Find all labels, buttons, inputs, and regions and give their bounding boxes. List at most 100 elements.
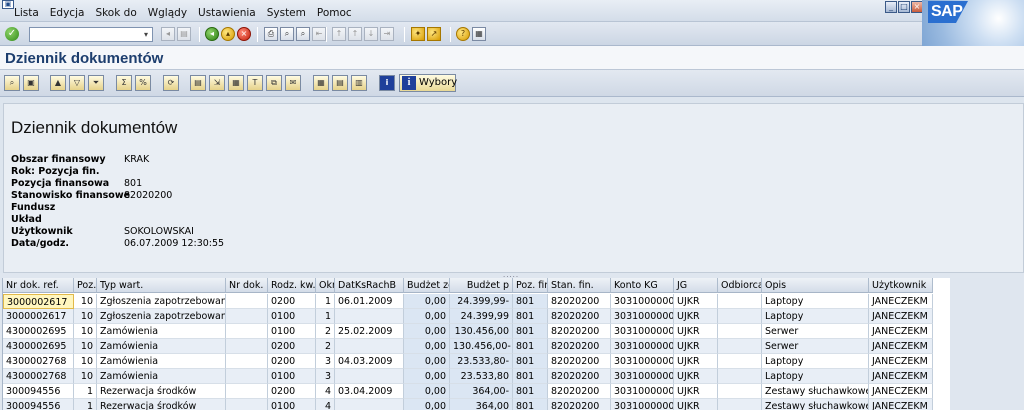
last-page-icon[interactable]: ⇥ <box>380 27 394 41</box>
table-cell[interactable]: JANECZEKM <box>869 384 933 399</box>
table-cell[interactable]: 801 <box>513 309 548 324</box>
table-cell[interactable]: 82020200 <box>548 324 611 339</box>
refresh-icon[interactable]: ⟳ <box>163 75 179 91</box>
table-cell[interactable]: JANECZEKM <box>869 294 933 309</box>
table-cell[interactable] <box>226 384 268 399</box>
column-header[interactable]: Odbiorca <box>718 278 762 293</box>
table-cell[interactable] <box>335 309 404 324</box>
table-cell[interactable]: 0,00 <box>404 339 450 354</box>
cancel-icon[interactable]: × <box>237 27 251 41</box>
table-cell[interactable] <box>718 294 762 309</box>
table-cell[interactable]: 801 <box>513 369 548 384</box>
table-cell[interactable]: 24.399,99- <box>450 294 513 309</box>
table-cell[interactable]: 0200 <box>268 384 316 399</box>
table-cell[interactable]: 3000002617 <box>3 309 74 324</box>
table-cell[interactable] <box>335 339 404 354</box>
table-cell[interactable]: 364,00- <box>450 384 513 399</box>
table-cell[interactable]: 0,00 <box>404 384 450 399</box>
table-cell[interactable]: JANECZEKM <box>869 309 933 324</box>
layout-select-icon[interactable]: ▤ <box>332 75 348 91</box>
table-cell[interactable]: Serwer <box>762 339 869 354</box>
column-header[interactable]: Rodz. kw. <box>268 278 316 293</box>
table-cell[interactable]: 0,00 <box>404 294 450 309</box>
column-header[interactable]: Stan. fin. <box>548 278 611 293</box>
column-header[interactable]: Typ wart. <box>97 278 226 293</box>
table-cell[interactable]: 4300002768 <box>3 354 74 369</box>
table-cell[interactable]: UJKR <box>674 339 718 354</box>
info-icon[interactable]: i <box>379 75 395 91</box>
first-page-icon[interactable]: ⇤ <box>312 27 326 41</box>
layout-change-icon[interactable]: ▦ <box>313 75 329 91</box>
table-row[interactable]: 3000002617 10 Zgłoszenia zapotrzebowania 02… <box>3 294 951 309</box>
table-cell[interactable] <box>226 369 268 384</box>
table-cell[interactable]: 10 <box>74 294 97 309</box>
table-cell[interactable]: 0,00 <box>404 324 450 339</box>
previous-icon[interactable]: ◂ <box>161 27 175 41</box>
layout-menu-icon[interactable]: ▦ <box>472 27 486 41</box>
table-cell[interactable]: 0100 <box>268 324 316 339</box>
table-row[interactable]: 3000002617 10 Zgłoszenia zapotrzebowania 01… <box>3 309 951 324</box>
subtotal-icon[interactable]: % <box>135 75 151 91</box>
table-cell[interactable]: 801 <box>513 294 548 309</box>
table-cell[interactable]: Zamówienia <box>97 369 226 384</box>
print-preview-icon[interactable]: ▤ <box>190 75 206 91</box>
table-cell[interactable]: JANECZEKM <box>869 324 933 339</box>
table-cell[interactable]: 0200 <box>268 294 316 309</box>
column-header[interactable]: Konto KG <box>611 278 674 293</box>
column-header[interactable]: Budżet p <box>450 278 513 293</box>
table-cell[interactable]: 03.04.2009 <box>335 384 404 399</box>
table-cell[interactable]: 0100 <box>268 399 316 410</box>
word-processing-icon[interactable]: T <box>247 75 263 91</box>
table-cell[interactable]: Zamówienia <box>97 324 226 339</box>
table-cell[interactable]: Zestawy słuchawkowe <box>762 399 869 410</box>
menu-item-ustawienia[interactable]: Ustawienia <box>198 7 256 19</box>
table-cell[interactable]: Zestawy słuchawkowe <box>762 384 869 399</box>
next-page-icon[interactable]: ↓ <box>364 27 378 41</box>
table-cell[interactable]: 4300002695 <box>3 339 74 354</box>
table-cell[interactable]: 82020200 <box>548 339 611 354</box>
table-cell[interactable]: 0200 <box>268 339 316 354</box>
table-cell[interactable]: 130.456,00 <box>450 324 513 339</box>
menu-item-system[interactable]: System <box>267 7 306 19</box>
table-cell[interactable]: 801 <box>513 354 548 369</box>
table-cell[interactable]: 364,00 <box>450 399 513 410</box>
table-cell[interactable]: UJKR <box>674 384 718 399</box>
table-cell[interactable]: 3 <box>316 369 335 384</box>
table-cell[interactable]: Laptopy <box>762 309 869 324</box>
table-cell[interactable]: 3 <box>316 354 335 369</box>
table-cell[interactable]: 82020200 <box>548 384 611 399</box>
table-cell[interactable]: 0,00 <box>404 309 450 324</box>
maximize-button[interactable]: □ <box>898 1 910 13</box>
sum-icon[interactable]: Σ <box>116 75 132 91</box>
table-cell[interactable]: 3031000000 <box>611 384 674 399</box>
table-cell[interactable]: 0,00 <box>404 369 450 384</box>
table-cell[interactable]: 3031000000 <box>611 294 674 309</box>
table-cell[interactable] <box>718 339 762 354</box>
find-icon[interactable]: ⌕ <box>280 27 294 41</box>
table-row[interactable]: 4300002768 10 Zamówienia 0200 3 04.03.2009 0,0… <box>3 354 951 369</box>
table-cell[interactable]: 4 <box>316 399 335 410</box>
table-cell[interactable] <box>718 369 762 384</box>
table-cell[interactable]: 3031000000 <box>611 324 674 339</box>
page-up-icon[interactable]: ↑ <box>332 27 346 41</box>
menu-item-edycja[interactable]: Edycja <box>50 7 85 19</box>
export-icon[interactable]: ⇲ <box>209 75 225 91</box>
help-icon[interactable]: ? <box>456 27 470 41</box>
table-cell[interactable]: 04.03.2009 <box>335 354 404 369</box>
table-row[interactable]: 4300002695 10 Zamówienia 0100 2 25.02.2009 0,0… <box>3 324 951 339</box>
choose-icon[interactable]: ▣ <box>23 75 39 91</box>
table-cell[interactable]: 3000002617 <box>3 294 74 309</box>
table-cell[interactable]: 10 <box>74 339 97 354</box>
menu-item-wglady[interactable]: Wglądy <box>148 7 187 19</box>
command-field[interactable] <box>29 27 153 42</box>
table-cell[interactable]: Laptopy <box>762 294 869 309</box>
table-cell[interactable]: 4 <box>316 384 335 399</box>
table-cell[interactable] <box>335 399 404 410</box>
column-header[interactable]: Opis <box>762 278 869 293</box>
table-cell[interactable] <box>718 309 762 324</box>
column-header[interactable]: Poz. <box>74 278 97 293</box>
table-cell[interactable]: Serwer <box>762 324 869 339</box>
table-cell[interactable]: 0100 <box>268 309 316 324</box>
table-cell[interactable]: Zamówienia <box>97 339 226 354</box>
table-cell[interactable]: Laptopy <box>762 354 869 369</box>
